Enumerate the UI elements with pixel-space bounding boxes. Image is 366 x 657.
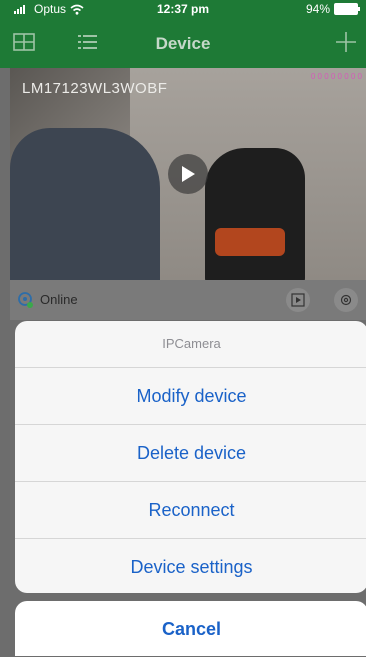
preview-chair [205,148,305,280]
camera-preview[interactable]: LM17123WL3WOBF 0 0 0 0 0 0 0 0 [10,68,366,280]
settings-gear-icon [340,294,352,306]
device-id-label: LM17123WL3WOBF [22,80,168,97]
playback-button[interactable] [286,288,310,312]
online-camera-icon [18,292,33,308]
page-title: Device [155,34,211,53]
battery-percent: 94% [305,2,330,16]
play-icon [182,166,195,182]
play-button[interactable] [168,154,208,194]
preview-person [10,128,160,280]
status-bar: Optus 12:37 pm 94% [0,0,366,18]
action-sheet-title: IPCamera [15,321,366,368]
modify-device-button[interactable]: Modify device [15,368,366,425]
preview-chair-accent [215,228,285,256]
battery: 94% [305,2,360,16]
add-icon[interactable] [334,30,360,56]
navigation-bar: Device [0,18,366,68]
device-settings-action-button[interactable]: Device settings [15,539,366,593]
battery-icon [334,3,360,15]
device-settings-button[interactable] [334,288,358,312]
cancel-button[interactable]: Cancel [15,601,366,656]
recording-indicator: 0 0 0 0 0 0 0 0 [310,72,362,81]
reconnect-button[interactable]: Reconnect [15,482,366,539]
device-status-row: Online [10,280,366,320]
online-status: Online [40,292,78,307]
delete-device-button[interactable]: Delete device [15,425,366,482]
playback-icon [291,293,305,307]
action-sheet: IPCamera Modify device Delete device Rec… [15,321,366,593]
